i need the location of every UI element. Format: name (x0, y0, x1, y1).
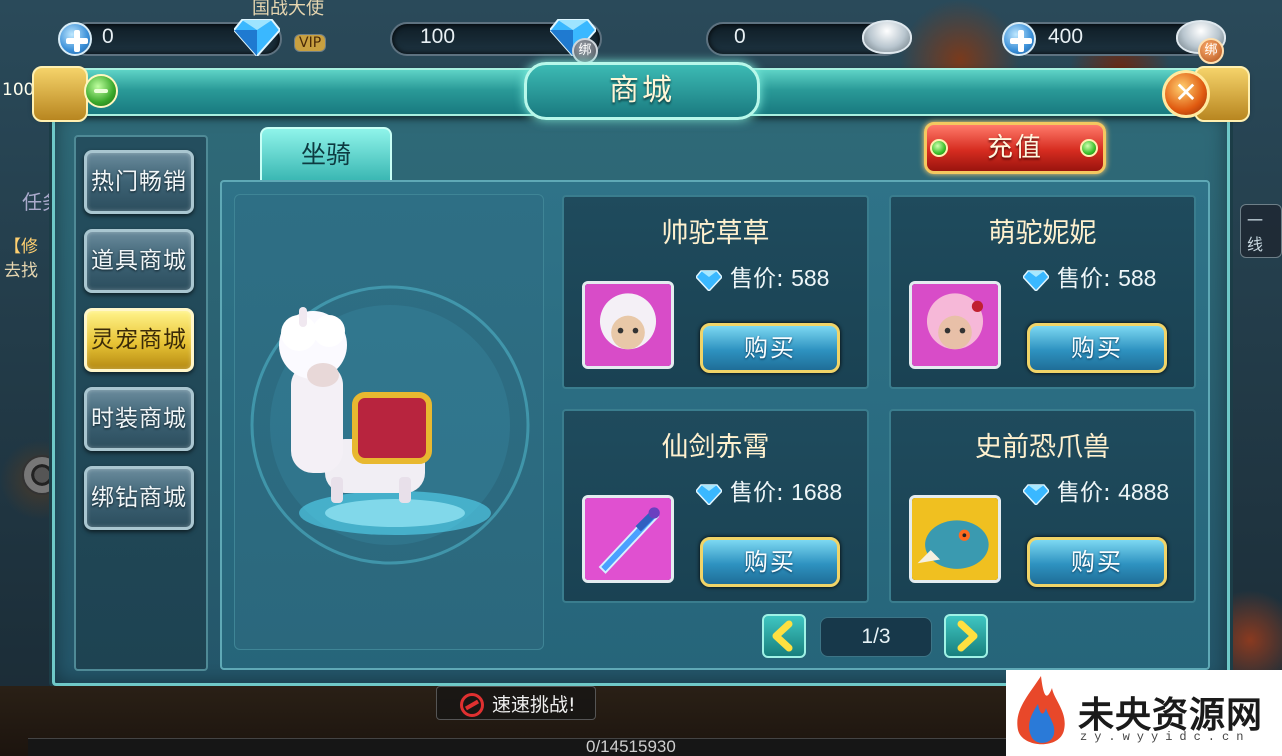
buy-button[interactable]: 购买 (700, 537, 840, 587)
diamond-balance: 0 (102, 25, 114, 48)
product-price: 售价: 1688 (696, 473, 842, 507)
product-price: 售价: 588 (696, 259, 829, 293)
raptor-icon-art (912, 498, 998, 580)
bind-badge-icon: 绑 (572, 38, 598, 64)
sidebar-item-2[interactable]: 道具商城 (84, 229, 194, 293)
product-price: 售价: 4888 (1023, 473, 1169, 507)
task-line-2: 去找 (4, 261, 38, 281)
sidebar-item-5[interactable]: 绑钻商城 (84, 466, 194, 530)
sidebar-item-4[interactable]: 时装商城 (84, 387, 194, 451)
add-diamond-icon[interactable] (58, 22, 92, 56)
chat-message: 速速挑战! (492, 694, 576, 716)
silver-balance: 0 (734, 25, 746, 48)
price-value: 1688 (791, 479, 843, 505)
watermark-url: zy.wyyidc.cn (1080, 730, 1251, 744)
white-alpaca-icon-art (585, 284, 671, 366)
diamond-icon (1023, 484, 1049, 505)
diamond-icon (234, 19, 280, 56)
sidebar-item-3[interactable]: 灵宠商城 (84, 308, 194, 372)
next-page-button[interactable] (944, 614, 988, 658)
price-label: 售价: (1057, 480, 1119, 506)
product-name: 帅驼草草 (661, 218, 770, 249)
pink-alpaca-icon[interactable] (909, 281, 1001, 369)
add-silver-icon[interactable] (1002, 22, 1036, 56)
price-label: 售价: (730, 480, 792, 506)
sidebar-item-1[interactable]: 热门畅销 (84, 150, 194, 214)
flame-logo-icon (1017, 676, 1065, 745)
sword-icon[interactable] (582, 495, 674, 583)
diamond-icon (1023, 270, 1049, 291)
titlebar-left-cap (32, 66, 88, 122)
product-name: 萌驼妮妮 (988, 218, 1097, 249)
recharge-button[interactable]: 充值 (924, 122, 1106, 174)
price-label: 售价: (730, 266, 792, 292)
price-label: 售价: (1057, 266, 1119, 292)
buy-button[interactable]: 购买 (1027, 323, 1167, 373)
price-value: 588 (791, 265, 830, 291)
price-value: 588 (1118, 265, 1157, 291)
pink-alpaca-icon-art (912, 284, 998, 366)
prev-page-button[interactable] (762, 614, 806, 658)
close-button[interactable]: ✕ (1162, 70, 1210, 118)
price-value: 4888 (1118, 479, 1170, 505)
bound-silver-balance: 400 (1048, 25, 1084, 48)
product-price: 售价: 588 (1023, 259, 1156, 293)
product-name: 史前恐爪兽 (975, 432, 1110, 463)
bound-diamond-balance: 100 (420, 25, 456, 48)
line-selector[interactable]: 一线 (1240, 204, 1282, 258)
sword-icon-art (585, 498, 671, 580)
diamond-icon (696, 270, 722, 291)
alpaca-mount-illustration (250, 285, 530, 565)
page-indicator: 1/3 (820, 617, 932, 657)
chevron-right-icon (957, 620, 978, 652)
recharge-left-gem-icon (930, 139, 948, 157)
chevron-left-icon (772, 620, 793, 652)
window-title: 商城 (609, 73, 675, 108)
buy-button[interactable]: 购买 (1027, 537, 1167, 587)
player-level: 100 (2, 80, 35, 100)
recharge-right-gem-icon (1080, 139, 1098, 157)
experience-bar (28, 738, 1006, 756)
prohibited-icon (460, 693, 484, 717)
product-name: 仙剑赤霄 (661, 432, 770, 463)
task-line-1: 【修 (4, 237, 38, 257)
experience-text: 0/14515930 (586, 737, 676, 756)
bind-badge-orange-icon: 绑 (1198, 38, 1224, 64)
white-alpaca-icon[interactable] (582, 281, 674, 369)
minimize-button[interactable] (84, 74, 118, 108)
vip-badge: VIP (294, 34, 327, 52)
diamond-icon (696, 484, 722, 505)
tab-mount[interactable]: 坐骑 (260, 127, 392, 183)
mount-preview (234, 194, 544, 650)
silver-ingot-icon (862, 20, 912, 54)
buy-button[interactable]: 购买 (700, 323, 840, 373)
raptor-icon[interactable] (909, 495, 1001, 583)
